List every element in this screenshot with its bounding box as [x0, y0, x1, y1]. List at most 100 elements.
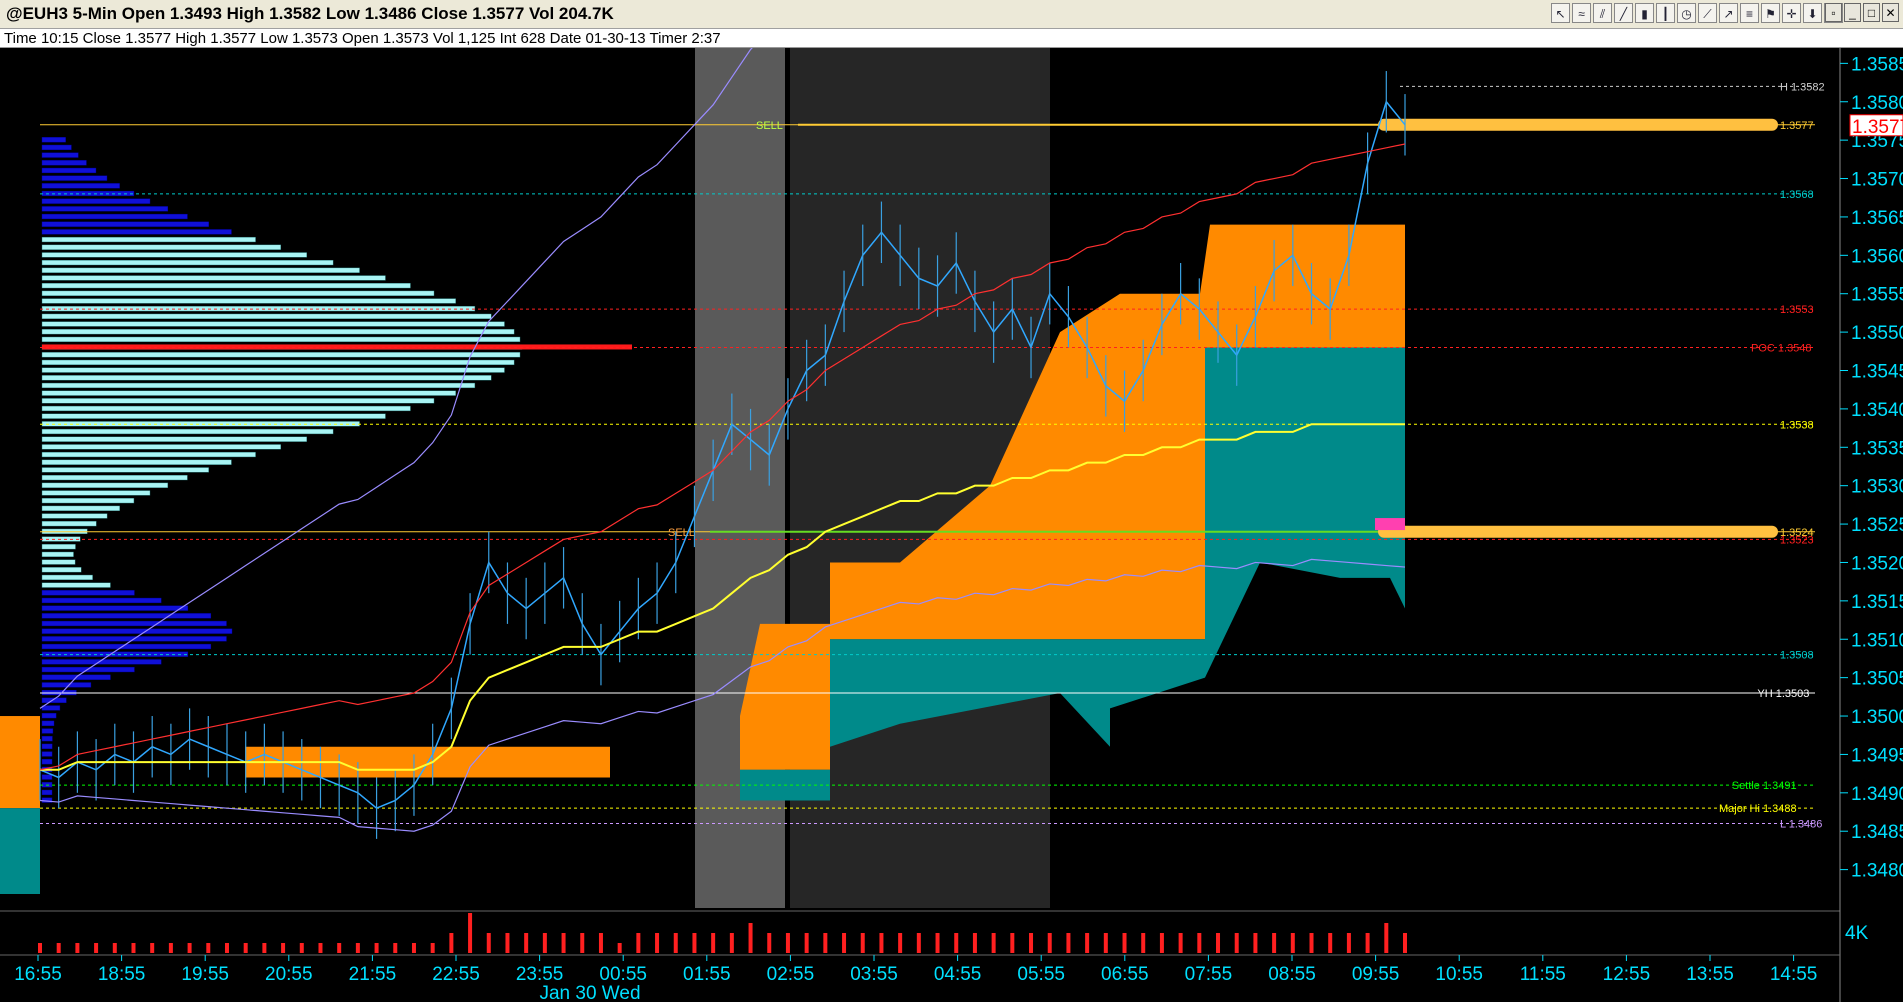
price-tick-label: 1.3545 [1851, 362, 1903, 383]
profile-row [41, 451, 256, 458]
cross-icon[interactable]: ✛ [1782, 3, 1801, 23]
volume-bar [449, 933, 454, 953]
profile-row [41, 183, 120, 189]
price-tick-label: 1.3535 [1851, 438, 1903, 459]
volume-bar [580, 933, 585, 953]
close-button[interactable]: ✕ [1882, 3, 1899, 22]
clock-icon[interactable]: ◷ [1677, 3, 1696, 23]
volume-bar [729, 933, 734, 953]
time-tick-label: 14:55 [1770, 964, 1818, 985]
level-label: 1.3553 [1780, 304, 1814, 316]
minimize-button[interactable]: _ [1844, 3, 1861, 22]
volume-bar [1346, 933, 1351, 953]
price-tick-label: 1.3500 [1851, 707, 1903, 728]
volume-bar [916, 933, 921, 953]
volume-bar [430, 943, 435, 953]
volume-bar [1178, 933, 1183, 953]
volume-bar [1047, 933, 1052, 953]
data-window-bar: Time 10:15 Close 1.3577 High 1.3577 Low … [0, 29, 1903, 48]
profile-row [41, 283, 411, 289]
volume-bar [655, 933, 660, 953]
profile-row [41, 382, 476, 389]
profile-row [41, 597, 162, 604]
maximize-button[interactable]: □ [1863, 3, 1880, 22]
time-tick-label: 01:55 [683, 964, 731, 985]
profile-row [41, 275, 386, 281]
profile-row [41, 144, 72, 151]
volume-bar [1103, 933, 1108, 953]
line-icon[interactable]: ╱ [1614, 3, 1633, 23]
price-tick-label: 1.3495 [1851, 745, 1903, 766]
restore-button[interactable]: ▫ [1825, 3, 1842, 22]
profile-row [41, 428, 334, 435]
profile-row [41, 221, 209, 227]
profile-row [41, 498, 135, 504]
time-tick-label: 04:55 [934, 964, 982, 985]
ray-icon[interactable]: ↗ [1719, 3, 1738, 23]
volume-bar [38, 943, 42, 953]
volume-bar [206, 943, 211, 953]
time-tick-label: 03:55 [850, 964, 898, 985]
profile-row [41, 313, 492, 319]
time-tick-label: 06:55 [1101, 964, 1149, 985]
profile-row [41, 167, 97, 174]
trendline-icon[interactable]: ⟋ [1698, 3, 1717, 23]
fib-icon[interactable]: ≡ [1740, 3, 1759, 23]
time-tick-label: 16:55 [14, 964, 62, 985]
profile-row [41, 229, 232, 235]
band-teal-left [0, 808, 40, 894]
volume-bar [318, 943, 323, 953]
profile-row [41, 336, 521, 342]
volume-bar [243, 943, 248, 953]
volume-bar [1066, 933, 1071, 953]
profile-row [41, 713, 57, 719]
volume-bar [785, 933, 790, 953]
profile-row [41, 613, 212, 619]
price-tick-label: 1.3520 [1851, 553, 1903, 574]
profile-row [41, 436, 307, 442]
price-chart[interactable]: H 1.3582 1.3577 1.3568 1.3553 POC 1.3548 1.35… [0, 48, 1903, 1002]
volume-bar [486, 933, 491, 953]
candle-icon[interactable]: ┃ [1656, 3, 1675, 23]
price-tick-label: 1.3525 [1851, 515, 1903, 536]
volume-bar [673, 933, 678, 953]
level-label: 1.3568 [1780, 189, 1814, 201]
profile-row [41, 459, 232, 465]
sell-zone-marker [1378, 525, 1778, 538]
profile-row [41, 390, 456, 396]
bar-chart-icon[interactable]: ▮ [1635, 3, 1654, 23]
arrow-down-icon[interactable]: ⬇ [1803, 3, 1822, 23]
volume-bar [1272, 933, 1277, 953]
level-label: Major Hi 1.3488 [1719, 803, 1797, 815]
level-label: 1.3523 [1780, 534, 1814, 546]
profile-row [41, 213, 188, 220]
price-tick-label: 1.3580 [1851, 93, 1903, 114]
volume-bar [935, 933, 940, 953]
profile-row [41, 490, 151, 496]
volume-bar [972, 933, 977, 953]
profile-row [41, 482, 169, 488]
time-tick-label: 19:55 [181, 964, 229, 985]
volume-bar [636, 933, 641, 953]
marker-icon[interactable]: ⚑ [1761, 3, 1780, 23]
wave-icon[interactable]: ≈ [1572, 3, 1591, 23]
volume-bar [1085, 933, 1090, 953]
volume-bar [1365, 933, 1370, 953]
profile-row [41, 628, 233, 634]
volume-bar [131, 943, 136, 953]
volume-bar [1234, 933, 1239, 953]
level-label: H 1.3582 [1780, 81, 1825, 93]
price-tick-label: 1.3515 [1851, 592, 1903, 613]
profile-row [41, 728, 54, 734]
profile-row [41, 751, 53, 757]
volume-bar [1159, 933, 1164, 953]
volume-bar [337, 943, 342, 953]
price-tick-label: 1.3540 [1851, 400, 1903, 421]
profile-row [41, 152, 79, 158]
price-tick-label: 1.3480 [1851, 861, 1903, 882]
last-price-label: 1.3577 [1852, 117, 1903, 138]
cursor-icon[interactable]: ↖ [1551, 3, 1570, 23]
volume-bar [355, 943, 360, 953]
volume-bar [468, 913, 473, 953]
channel-icon[interactable]: ⫽ [1593, 3, 1612, 23]
